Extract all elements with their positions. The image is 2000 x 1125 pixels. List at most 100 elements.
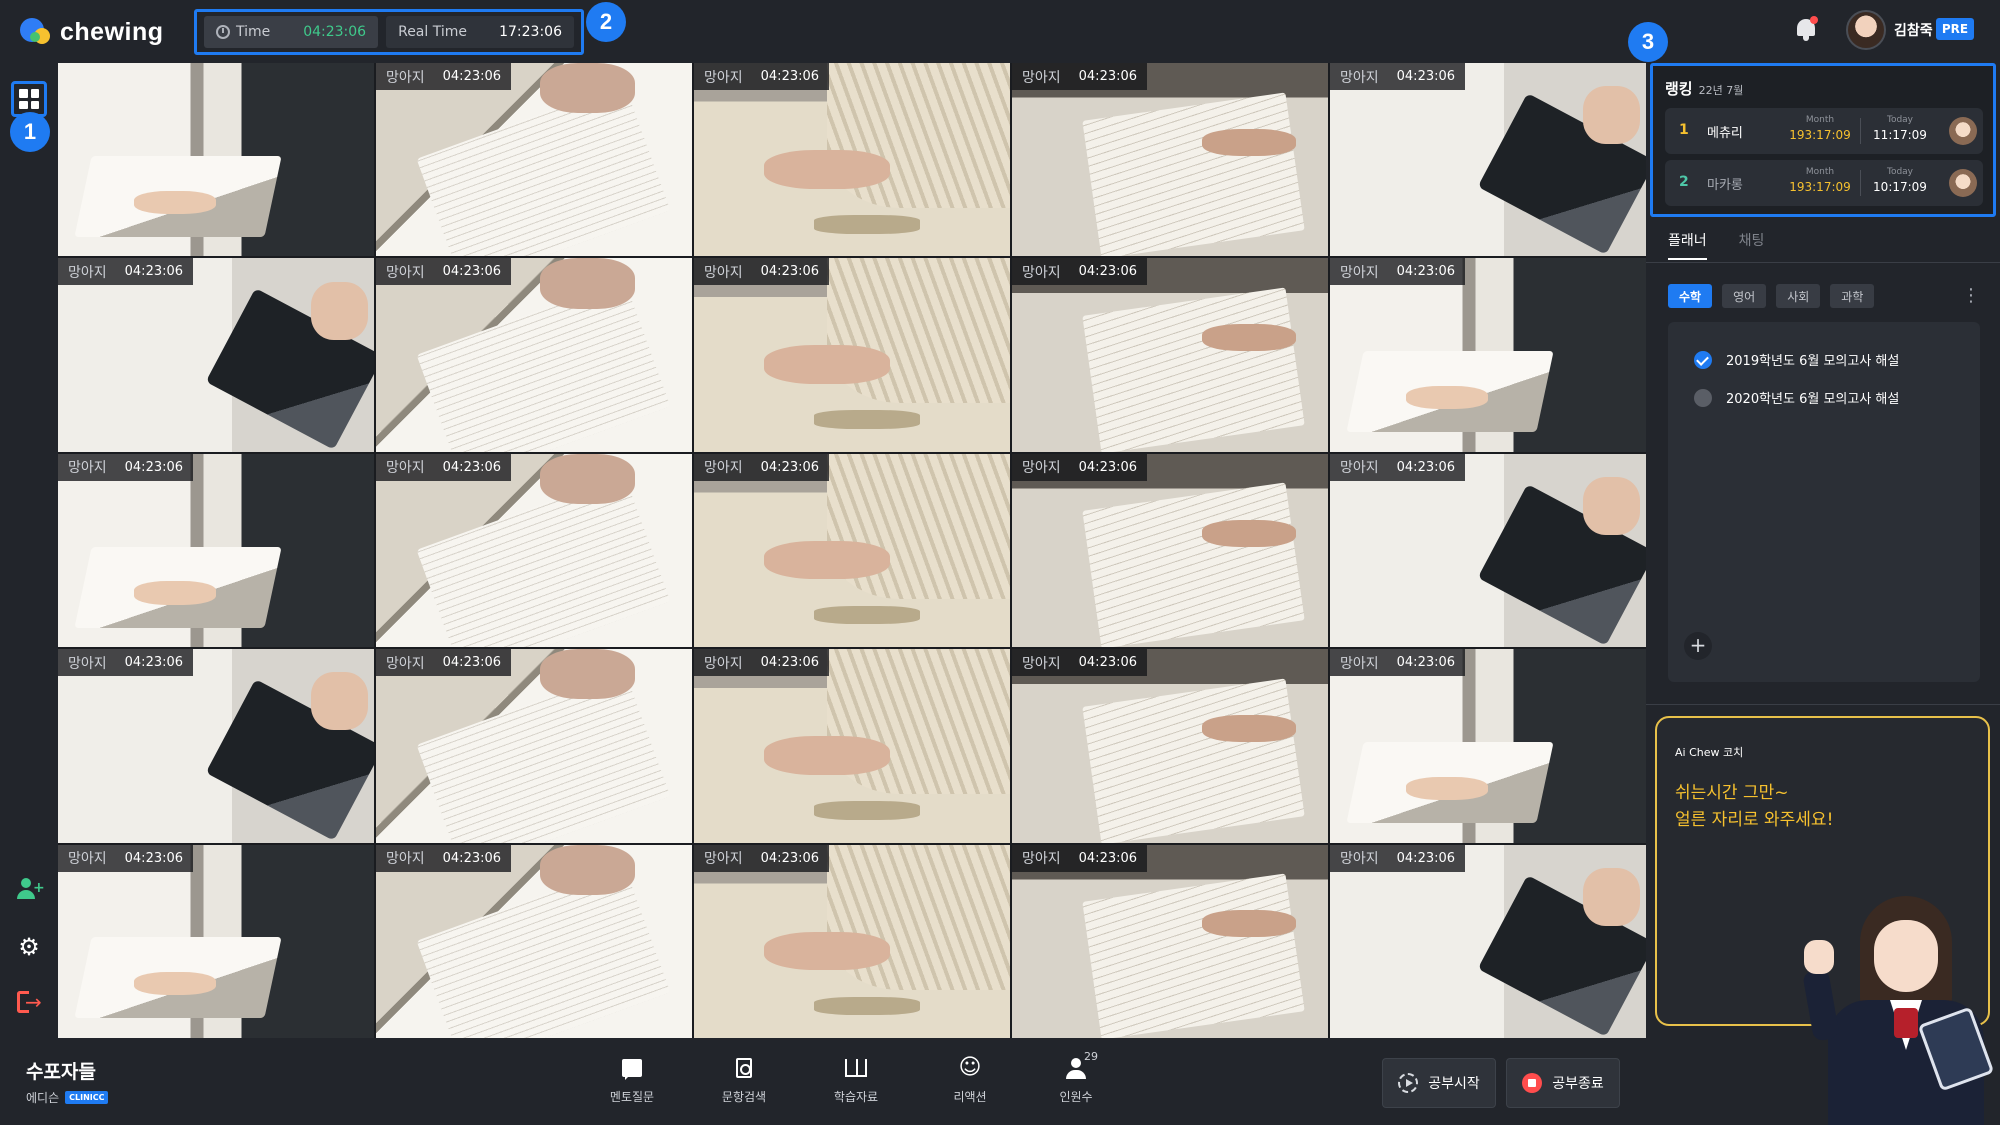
video-tile[interactable]: 망아지 04:23:06 (1330, 63, 1646, 257)
subject-chip-math[interactable]: 수학 (1668, 284, 1713, 308)
rank-today: Today 11:17:09 (1873, 115, 1927, 142)
tile-label: 망아지 04:23:06 (58, 844, 194, 872)
smile-icon: ☺ (958, 1055, 982, 1080)
app-logo[interactable]: chewing (20, 15, 164, 49)
ranking-row[interactable]: 1 메츄리 Month 193:17:09 Today 11:17:09 (1665, 108, 1983, 154)
user-avatar[interactable] (1846, 10, 1886, 50)
callout-badge-1: 1 (10, 112, 50, 152)
tile-label: 망아지 04:23:06 (58, 453, 194, 481)
nav-participants[interactable]: 29 인원수 (1036, 1050, 1116, 1105)
nav-question-search[interactable]: 문항검색 (704, 1054, 784, 1105)
video-tile-self[interactable] (58, 63, 374, 257)
subject-chip-social[interactable]: 사회 (1776, 284, 1821, 308)
planner-list: 2019학년도 6월 모의고사 해설 2020학년도 6월 모의고사 해설 + (1668, 322, 1980, 682)
user-name[interactable]: 김참죽 (1894, 20, 1933, 40)
top-bar: chewing Time 04:23:06 Real Time 17:23:06… (0, 0, 2000, 63)
video-tile[interactable]: 망아지 04:23:06 (694, 649, 1010, 843)
nav-study-materials[interactable]: 학습자료 (816, 1054, 896, 1105)
coach-divider (1646, 704, 2000, 705)
video-tile[interactable]: 망아지 04:23:06 (1012, 453, 1328, 648)
video-tile[interactable]: 망아지 04:23:06 (376, 453, 692, 648)
callout-badge-2: 2 (586, 2, 626, 42)
chewing-logo-icon (20, 16, 52, 48)
video-tile[interactable]: 망아지 04:23:06 (58, 844, 374, 1038)
clock-icon (216, 25, 230, 39)
host-name: 에디슨 (26, 1091, 60, 1105)
tile-label: 망아지 04:23:06 (1330, 258, 1466, 286)
video-tile[interactable]: 망아지 04:23:06 (376, 258, 692, 452)
rank-month: Month 193:17:09 (1789, 167, 1851, 194)
video-tile[interactable]: 망아지 04:23:06 (58, 453, 374, 648)
settings-gear-icon[interactable]: ⚙ (17, 935, 41, 959)
nav-reaction[interactable]: ☺ 리액션 (930, 1054, 1010, 1105)
video-tile[interactable]: 망아지 04:23:06 (1012, 63, 1328, 257)
end-study-button[interactable]: 공부종료 (1506, 1058, 1620, 1108)
time-label: Time (236, 24, 271, 40)
rank-month: Month 193:17:09 (1789, 115, 1851, 142)
tile-label: 망아지 04:23:06 (1330, 844, 1466, 872)
tabs-divider (1646, 262, 2000, 263)
person-icon (1066, 1057, 1086, 1079)
left-rail: + ⚙ → (0, 63, 58, 1038)
tile-label: 망아지 04:23:06 (1012, 258, 1148, 286)
real-time-label: Real Time (398, 24, 467, 40)
logout-icon[interactable]: → (17, 990, 42, 1014)
video-tile[interactable]: 망아지 04:23:06 (694, 63, 1010, 257)
unchecked-icon[interactable] (1694, 388, 1712, 407)
ranking-period: 22년 7월 (1698, 84, 1744, 97)
video-tile[interactable]: 망아지 04:23:06 (1012, 649, 1328, 843)
play-icon (1398, 1073, 1419, 1093)
start-study-button[interactable]: 공부시작 (1382, 1058, 1496, 1108)
tile-label: 망아지 04:23:06 (376, 649, 512, 677)
video-tile[interactable]: 망아지 04:23:06 (694, 258, 1010, 452)
rank-avatar (1949, 169, 1977, 197)
stop-icon (1522, 1073, 1543, 1093)
rank-name: 메츄리 (1707, 126, 1743, 141)
video-tile[interactable]: 망아지 04:23:06 (1012, 258, 1328, 452)
time-value: 04:23:06 (303, 24, 367, 40)
tab-planner[interactable]: 플래너 (1668, 230, 1707, 260)
video-tile[interactable]: 망아지 04:23:06 (694, 453, 1010, 648)
video-tile[interactable]: 망아지 04:23:06 (1330, 844, 1646, 1038)
ranking-title: 랭킹 22년 7월 (1665, 80, 1744, 98)
video-tile[interactable]: 망아지 04:23:06 (58, 649, 374, 843)
video-tile[interactable]: 망아지 04:23:06 (376, 63, 692, 257)
video-tile[interactable]: 망아지 04:23:06 (1012, 844, 1328, 1038)
video-tile[interactable]: 망아지 04:23:06 (1330, 649, 1646, 843)
tile-label: 망아지 04:23:06 (1330, 63, 1466, 90)
doc-search-icon (736, 1058, 752, 1078)
checked-icon[interactable] (1694, 350, 1712, 369)
nav-mentor-question[interactable]: 멘토질문 (592, 1054, 672, 1105)
real-time: Real Time 17:23:06 (386, 16, 574, 48)
add-user-icon[interactable]: + (17, 877, 45, 901)
planner-task[interactable]: 2019학년도 6월 모의고사 해설 (1694, 350, 1899, 369)
rank-number: 2 (1679, 174, 1689, 190)
ranking-panel: 랭킹 22년 7월 1 메츄리 Month 193:17:09 Today 11:… (1650, 63, 1996, 217)
logo-text: chewing (60, 17, 164, 46)
rank-today: Today 10:17:09 (1873, 167, 1927, 194)
video-tile[interactable]: 망아지 04:23:06 (694, 844, 1010, 1038)
subject-chip-science[interactable]: 과학 (1830, 284, 1875, 308)
ranking-row[interactable]: 2 마카롱 Month 193:17:09 Today 10:17:09 (1665, 160, 1983, 206)
task-title: 2019학년도 6월 모의고사 해설 (1726, 354, 1900, 369)
tile-label: 망아지 04:23:06 (694, 649, 830, 677)
time-panel: Time 04:23:06 Real Time 17:23:06 (194, 9, 584, 55)
video-tile[interactable]: 망아지 04:23:06 (376, 649, 692, 843)
add-task-button[interactable]: + (1684, 632, 1712, 660)
tab-chat[interactable]: 채팅 (1739, 230, 1765, 260)
tile-label: 망아지 04:23:06 (694, 844, 830, 872)
tile-label: 망아지 04:23:06 (1012, 63, 1148, 90)
subject-chip-english[interactable]: 영어 (1722, 284, 1767, 308)
video-tile[interactable]: 망아지 04:23:06 (1330, 453, 1646, 648)
tile-label: 망아지 04:23:06 (58, 258, 194, 286)
notification-bell-icon[interactable] (1794, 16, 1818, 42)
video-tile[interactable]: 망아지 04:23:06 (58, 258, 374, 452)
video-tile[interactable]: 망아지 04:23:06 (376, 844, 692, 1038)
more-options-icon[interactable]: ⋮ (1962, 284, 1980, 308)
tile-label: 망아지 04:23:06 (376, 844, 512, 872)
tile-label: 망아지 04:23:06 (1012, 649, 1148, 677)
study-time: Time 04:23:06 (204, 16, 379, 48)
planner-task[interactable]: 2020학년도 6월 모의고사 해설 (1694, 388, 1899, 407)
video-tile[interactable]: 망아지 04:23:06 (1330, 258, 1646, 452)
participant-count: 29 (1084, 1050, 1098, 1063)
